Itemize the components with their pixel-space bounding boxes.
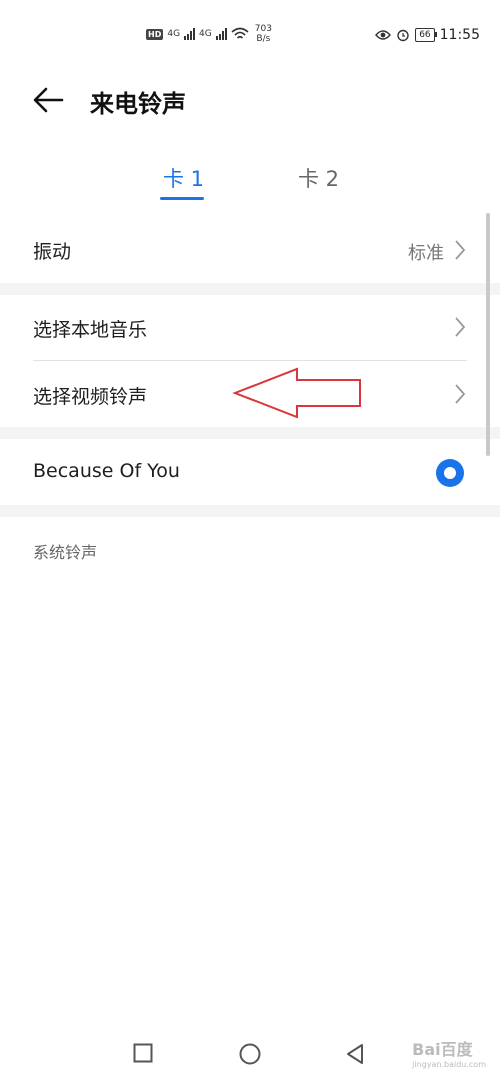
- clock: 11:55: [439, 27, 480, 43]
- selected-radio-button[interactable]: [436, 459, 464, 487]
- chevron-right-icon: [455, 384, 466, 404]
- select-local-music-label: 选择本地音乐: [33, 319, 148, 341]
- page-title: 来电铃声: [90, 90, 186, 118]
- chevron-right-icon: [455, 240, 466, 260]
- network-type-1: 4G: [167, 29, 181, 39]
- status-left-icons: HD 4G 4G 703 B/s: [146, 24, 272, 44]
- scrollbar[interactable]: [486, 213, 490, 456]
- tab-sim-2[interactable]: 卡 2: [298, 163, 339, 193]
- watermark-subtext: jingyan.baidu.com: [412, 1060, 486, 1069]
- section-separator: [0, 505, 500, 517]
- vibration-value: 标准: [408, 243, 444, 264]
- vibration-label: 振动: [33, 241, 72, 263]
- battery-icon: 66: [415, 28, 438, 42]
- tab-indicator: [160, 197, 204, 200]
- section-separator: [0, 427, 500, 439]
- signal-icon: [215, 28, 227, 40]
- eye-icon: [375, 30, 392, 40]
- network-speed-value: 703: [254, 24, 272, 34]
- wifi-icon: [231, 27, 249, 39]
- back-button[interactable]: [28, 80, 68, 120]
- chevron-right-icon: [455, 317, 466, 337]
- select-video-ringtone-label: 选择视频铃声: [33, 386, 148, 408]
- select-local-music-row[interactable]: 选择本地音乐: [0, 295, 500, 360]
- ringtone-option-label: Because Of You: [33, 460, 180, 482]
- section-separator: [0, 283, 500, 295]
- alarm-icon: [397, 29, 409, 42]
- ringtone-option-row[interactable]: Because Of You: [0, 439, 500, 505]
- system-ringtones-header: 系统铃声: [33, 543, 98, 562]
- status-bar: HD 4G 4G 703 B/s 66 11:55: [0, 0, 500, 70]
- watermark-text: Bai百度: [412, 1040, 473, 1059]
- network-speed: 703 B/s: [255, 24, 272, 44]
- annotation-arrow-icon: [232, 367, 361, 419]
- back-arrow-icon: [33, 87, 64, 113]
- recent-apps-icon[interactable]: [133, 1043, 153, 1063]
- vibration-row[interactable]: 振动 标准: [0, 215, 500, 283]
- hd-badge: HD: [146, 28, 164, 40]
- status-right-icons: 66 11:55: [375, 27, 480, 43]
- network-speed-unit: B/s: [256, 34, 271, 44]
- home-icon[interactable]: [239, 1043, 261, 1065]
- back-nav-icon[interactable]: [345, 1043, 365, 1065]
- network-type-2: 4G: [199, 29, 212, 39]
- signal-icon: [184, 28, 196, 40]
- tab-sim-1[interactable]: 卡 1: [163, 163, 204, 193]
- watermark-logo: Bai百度 jingyan.baidu.com: [412, 1036, 486, 1069]
